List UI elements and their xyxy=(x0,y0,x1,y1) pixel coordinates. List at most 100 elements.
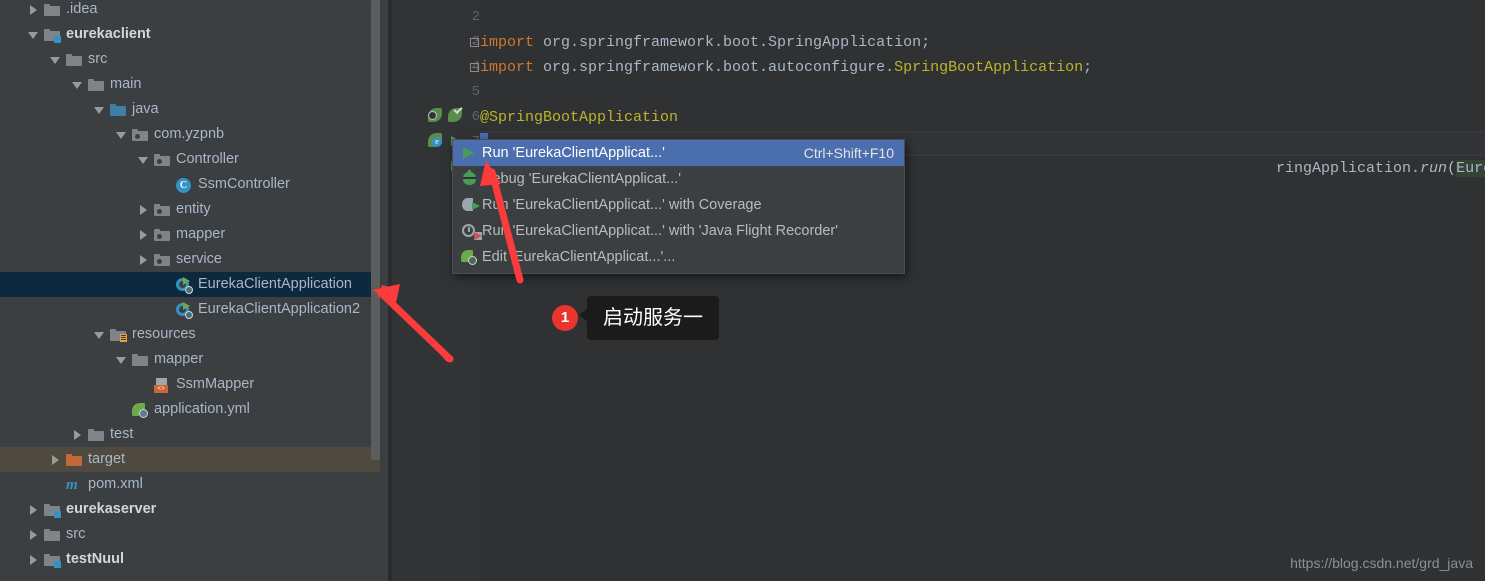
tree-item-label: test xyxy=(110,426,134,442)
code-line-3: import org.springframework.boot.SpringAp… xyxy=(480,34,931,51)
callout-text: 启动服务一 xyxy=(579,296,719,340)
code-line-6: @SpringBootApplication xyxy=(480,109,679,126)
tree-item-label: src xyxy=(88,51,108,67)
chevron-down-icon[interactable] xyxy=(138,154,149,165)
run-context-menu[interactable]: Run 'EurekaClientApplicat...' Ctrl+Shift… xyxy=(452,139,905,274)
tree-row[interactable]: mapper xyxy=(0,222,380,247)
tree-row[interactable]: C SsmController xyxy=(0,172,380,197)
menu-item-run-with-jfr[interactable]: Run 'EurekaClientApplicat...' with 'Java… xyxy=(453,218,904,244)
chevron-right-icon[interactable] xyxy=(138,204,149,215)
package-icon xyxy=(154,151,171,168)
tree-row[interactable]: eurekaserver xyxy=(0,497,380,522)
chevron-down-icon[interactable] xyxy=(116,129,127,140)
tree-row[interactable]: resources xyxy=(0,322,380,347)
code-line-4: import org.springframework.boot.autoconf… xyxy=(480,59,1093,76)
project-tool-window[interactable]: .idea eurekaclient src main java com.yzpnb Con… xyxy=(0,0,390,581)
menu-item-run-with-coverage[interactable]: Run 'EurekaClientApplicat...' with Cover… xyxy=(453,192,904,218)
folder-icon xyxy=(44,526,61,543)
tree-item-label: service xyxy=(176,251,222,267)
folder-icon xyxy=(88,76,105,93)
menu-item-debug[interactable]: Debug 'EurekaClientApplicat...' xyxy=(453,166,904,192)
tree-row[interactable]: EurekaClientApplication xyxy=(0,272,380,297)
chevron-right-icon[interactable] xyxy=(138,254,149,265)
tree-row[interactable]: java xyxy=(0,97,380,122)
chevron-down-icon[interactable] xyxy=(94,104,105,115)
chevron-down-icon[interactable] xyxy=(50,54,61,65)
chevron-down-icon[interactable] xyxy=(94,329,105,340)
folder-icon xyxy=(132,351,149,368)
tree-item-label: eurekaserver xyxy=(66,501,157,517)
chevron-right-icon[interactable] xyxy=(28,4,39,15)
spring-yml-icon xyxy=(132,401,149,418)
tree-row[interactable]: mapper xyxy=(0,347,380,372)
fold-marker-line3[interactable]: − xyxy=(470,38,479,47)
chevron-down-icon[interactable] xyxy=(72,79,83,90)
tree-row[interactable]: <> SsmMapper xyxy=(0,372,380,397)
tree-row[interactable]: test xyxy=(0,422,380,447)
tree-item-label: Controller xyxy=(176,151,239,167)
tree-scrollbar[interactable] xyxy=(371,0,380,460)
tree-item-label: entity xyxy=(176,201,211,217)
chevron-down-icon[interactable] xyxy=(116,354,127,365)
spring-boot-class-icon xyxy=(176,301,193,319)
chevron-right-icon[interactable] xyxy=(28,529,39,540)
package-icon xyxy=(132,126,149,143)
tree-item-label: application.yml xyxy=(154,401,250,417)
tree-row[interactable]: eurekaclient xyxy=(0,22,380,47)
chevron-right-icon[interactable] xyxy=(72,429,83,440)
usage-search-icon[interactable] xyxy=(428,108,443,123)
tree-row[interactable]: application.yml xyxy=(0,397,380,422)
xml-mapper-icon: <> xyxy=(154,376,171,393)
folder-icon xyxy=(44,1,61,18)
tree-row[interactable]: m pom.xml xyxy=(0,472,380,497)
coverage-icon xyxy=(461,196,482,214)
folder-icon xyxy=(66,51,83,68)
tree-row[interactable]: .idea xyxy=(0,0,380,22)
chevron-right-icon[interactable] xyxy=(50,454,61,465)
folder-resources-icon xyxy=(110,326,127,343)
line-number: 3 xyxy=(471,34,480,50)
tree-row[interactable]: testNuul xyxy=(0,547,380,572)
chevron-right-icon[interactable] xyxy=(28,554,39,565)
intellij-idea-window: .idea eurekaclient src main java com.yzpnb Con… xyxy=(0,0,1485,581)
tree-row[interactable]: service xyxy=(0,247,380,272)
tree-item-label: main xyxy=(110,76,142,92)
tree-row[interactable]: EurekaClientApplication2 xyxy=(0,297,380,322)
debug-icon xyxy=(461,170,482,188)
tree-row[interactable]: Controller xyxy=(0,147,380,172)
editor-area[interactable]: 2 3 4 5 6 7 8 11 12 e − − import org.spr… xyxy=(392,0,1485,581)
spring-bean-icon[interactable]: e xyxy=(428,133,443,148)
tree-row[interactable]: main xyxy=(0,72,380,97)
menu-shortcut-run: Ctrl+Shift+F10 xyxy=(803,145,894,161)
bean-check-icon[interactable] xyxy=(448,104,463,123)
tree-row[interactable]: com.yzpnb xyxy=(0,122,380,147)
chevron-right-icon[interactable] xyxy=(138,229,149,240)
tree-row[interactable]: src xyxy=(0,522,380,547)
folder-icon xyxy=(88,426,105,443)
tree-item-label: mapper xyxy=(154,351,204,367)
class-icon: C xyxy=(176,176,193,193)
folder-excluded-icon xyxy=(66,451,83,468)
menu-item-run[interactable]: Run 'EurekaClientApplicat...' Ctrl+Shift… xyxy=(453,140,904,166)
tree-item-label: SsmController xyxy=(198,176,290,192)
tree-item-label: com.yzpnb xyxy=(154,126,225,142)
jfr-icon xyxy=(461,222,482,240)
tree-row[interactable]: entity xyxy=(0,197,380,222)
chevron-down-icon[interactable] xyxy=(28,29,39,40)
menu-item-edit-configuration[interactable]: Edit 'EurekaClientApplicat...'... xyxy=(453,244,904,270)
sidebar-divider xyxy=(388,0,390,581)
code-line-8: ringApplication.run(EurekaClientApplicat… xyxy=(1276,156,1485,181)
tree-item-label: resources xyxy=(132,326,196,342)
line-number: 5 xyxy=(471,84,480,100)
fold-marker-line4[interactable]: − xyxy=(470,63,479,72)
tree-row[interactable]: src xyxy=(0,47,380,72)
folder-source-icon xyxy=(110,101,127,118)
folder-module-icon xyxy=(44,26,61,43)
run-icon xyxy=(461,144,482,162)
project-tree[interactable]: .idea eurekaclient src main java com.yzpnb Con… xyxy=(0,0,380,581)
chevron-right-icon[interactable] xyxy=(28,504,39,515)
tree-row[interactable]: target xyxy=(0,447,380,472)
